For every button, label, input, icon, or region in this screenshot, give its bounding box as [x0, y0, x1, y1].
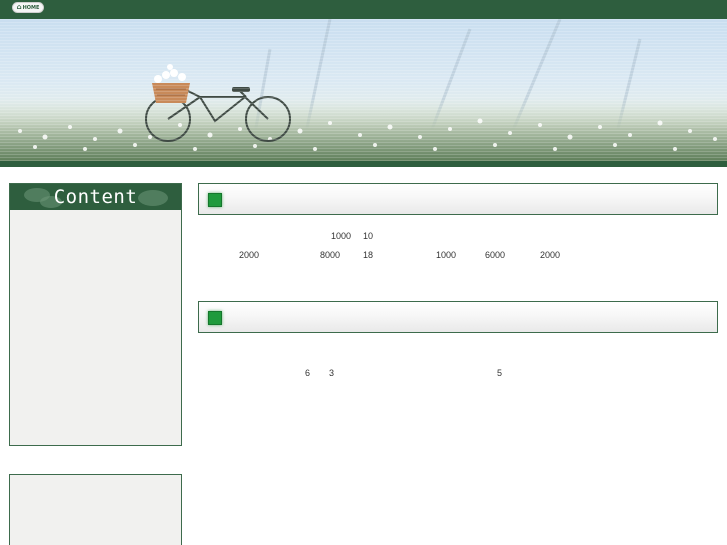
- content-sidebar-header: Content: [10, 184, 181, 210]
- green-square-icon: [208, 311, 222, 325]
- content-sidebar-title: Content: [53, 186, 138, 208]
- banner-divider: [0, 161, 727, 167]
- section2-value-3: 5: [497, 368, 503, 378]
- section2-value-2: 3: [329, 368, 335, 378]
- section-heading-1: [198, 183, 718, 215]
- section1-row2-value-6: 2000: [540, 250, 561, 260]
- section2-value-1: 6: [305, 368, 311, 378]
- secondary-sidebar-box: [9, 474, 182, 545]
- section-heading-2: [198, 301, 718, 333]
- header-banner-image: [0, 19, 727, 161]
- section1-row1-value-2: 10: [363, 231, 374, 241]
- home-button-label: HOME: [22, 4, 40, 11]
- section1-row2-value-5: 6000: [485, 250, 506, 260]
- section1-row2-value-3: 18: [363, 250, 374, 260]
- home-icon: ⌂: [16, 3, 22, 11]
- section1-row2-value-2: 8000: [320, 250, 341, 260]
- home-button[interactable]: ⌂ HOME: [12, 2, 44, 13]
- content-sidebar: Content: [9, 183, 182, 446]
- section1-row2-value-1: 2000: [239, 250, 260, 260]
- section1-row1-value-1: 1000: [331, 231, 352, 241]
- section1-row2-value-4: 1000: [436, 250, 457, 260]
- green-square-icon: [208, 193, 222, 207]
- top-bar: ⌂ HOME: [0, 0, 727, 19]
